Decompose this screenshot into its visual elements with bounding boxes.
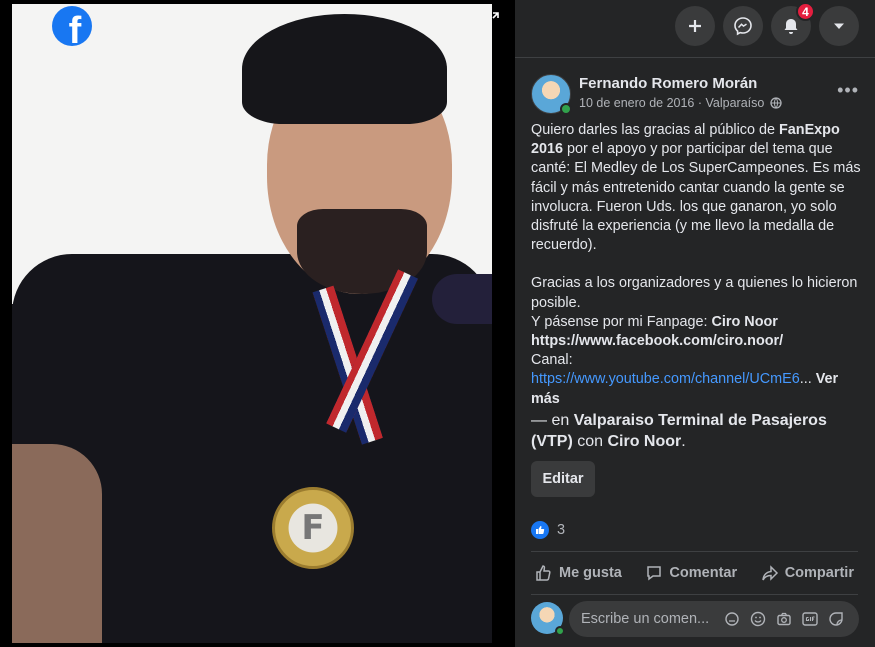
online-indicator: [555, 626, 565, 636]
post-location[interactable]: Valparaíso: [706, 96, 765, 110]
post-photo[interactable]: F: [12, 4, 492, 643]
messenger-button[interactable]: [723, 6, 763, 46]
reaction-count: 3: [557, 522, 566, 538]
commenter-avatar[interactable]: [531, 602, 565, 636]
more-options-icon[interactable]: •••: [837, 80, 859, 101]
post-header: Fernando Romero Morán 10 de enero de 201…: [531, 72, 861, 116]
top-bar: 4: [515, 0, 875, 54]
medal: F: [272, 487, 354, 569]
thumbs-up-icon: [536, 565, 551, 581]
notifications-button[interactable]: 4: [771, 2, 815, 46]
post-meta: 10 de enero de 2016 · Valparaíso: [579, 96, 782, 112]
account-menu-button[interactable]: [819, 6, 859, 46]
share-button[interactable]: Compartir: [757, 564, 858, 582]
post-text: Quiero darles las gracias al público de …: [531, 122, 861, 407]
like-button[interactable]: Me gusta: [531, 564, 626, 582]
globe-icon: [770, 97, 782, 112]
bell-icon: [784, 19, 798, 34]
messenger-icon: [734, 17, 752, 36]
comment-button[interactable]: Comentar: [641, 564, 741, 582]
facebook-url-link[interactable]: https://www.facebook.com/ciro.noor/: [531, 333, 783, 349]
comment-box[interactable]: [569, 601, 859, 637]
create-button[interactable]: [675, 6, 715, 46]
tagged-location: — en Valparaiso Terminal de Pasajeros (V…: [531, 412, 827, 450]
tagged-person-link[interactable]: Ciro Noor: [607, 433, 681, 450]
medal-letter: F: [301, 508, 325, 548]
comment-input[interactable]: [581, 611, 716, 627]
comment-tools: [722, 609, 846, 629]
like-reaction-icon: [531, 521, 549, 539]
online-indicator: [560, 103, 572, 115]
avatar[interactable]: [531, 74, 572, 115]
post-date[interactable]: 10 de enero de 2016: [579, 96, 694, 110]
camera-icon[interactable]: [774, 609, 794, 629]
sticker-icon[interactable]: [826, 609, 846, 629]
comment-icon: [647, 566, 662, 581]
fanpage-link[interactable]: Ciro Noor: [712, 314, 778, 330]
share-icon: [761, 565, 778, 581]
caret-down-icon: [834, 23, 844, 29]
reactions-summary[interactable]: 3: [531, 519, 565, 541]
comment-composer: [531, 600, 861, 640]
post-actions: Me gusta Comentar Compartir: [531, 556, 858, 590]
expand-icon[interactable]: [487, 12, 501, 26]
gif-icon[interactable]: [800, 609, 820, 629]
plus-icon: [689, 20, 701, 32]
author-name[interactable]: Fernando Romero Morán: [579, 75, 757, 92]
facebook-logo-icon[interactable]: f: [52, 6, 92, 46]
photo-viewer: F f: [0, 0, 515, 647]
youtube-url-link[interactable]: https://www.youtube.com/channel/UCmE6: [531, 371, 800, 387]
edit-button[interactable]: Editar: [531, 461, 595, 497]
avatar-sticker-icon[interactable]: [722, 609, 742, 629]
notifications-badge: 4: [796, 2, 815, 21]
emoji-icon[interactable]: [748, 609, 768, 629]
post-panel: 4 Fernando Romero Morán 10 de enero de 2…: [515, 0, 875, 647]
